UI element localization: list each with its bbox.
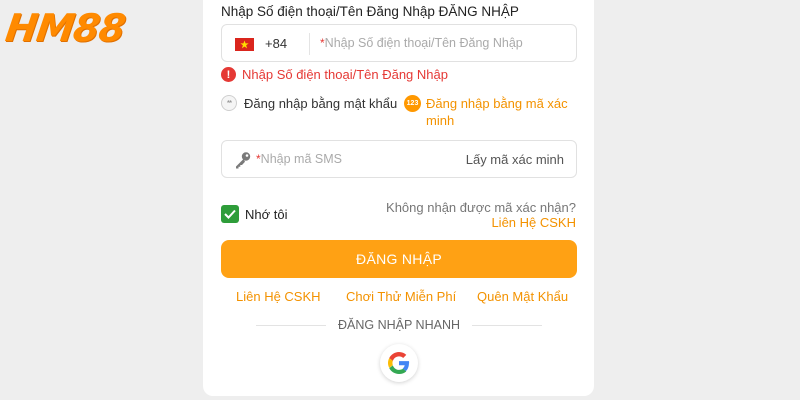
- input-divider: [309, 33, 310, 55]
- quick-login-divider: ĐĂNG NHẬP NHANH: [221, 318, 577, 332]
- login-by-password-label[interactable]: Đăng nhập bằng mật khẩu: [244, 96, 397, 111]
- footer-forgot-password-link[interactable]: Quên Mật Khẩu: [477, 289, 568, 304]
- remember-label[interactable]: Nhớ tôi: [245, 207, 288, 222]
- error-text: Nhập Số điện thoại/Tên Đăng Nhập: [242, 67, 448, 82]
- google-icon: [388, 352, 410, 374]
- remember-me[interactable]: Nhớ tôi: [221, 205, 288, 223]
- no-code-help: Không nhận được mã xác nhận?Liên Hệ CSKH: [376, 200, 576, 230]
- phone-field-label: Nhập Số điện thoại/Tên Đăng Nhập ĐĂNG NH…: [221, 4, 519, 19]
- phone-error-message: ! Nhập Số điện thoại/Tên Đăng Nhập: [221, 67, 448, 82]
- login-by-code-option[interactable]: 123 Đăng nhập bằng mã xác minh: [404, 95, 576, 129]
- country-code[interactable]: +84: [265, 36, 287, 51]
- login-by-code-label[interactable]: Đăng nhập bằng mã xác minh: [426, 95, 576, 129]
- key-icon: [233, 150, 253, 175]
- remember-checkbox[interactable]: [221, 205, 239, 223]
- contact-support-link[interactable]: Liên Hệ CSKH: [491, 215, 576, 230]
- divider-line: [255, 324, 326, 326]
- footer-free-play-link[interactable]: Chơi Thử Miễn Phí: [346, 289, 456, 304]
- footer-contact-link[interactable]: Liên Hệ CSKH: [236, 289, 321, 304]
- google-login-button[interactable]: [380, 344, 418, 382]
- login-button[interactable]: ĐĂNG NHẬP: [221, 240, 577, 278]
- error-icon: !: [221, 67, 236, 82]
- vietnam-flag-icon[interactable]: [235, 38, 254, 51]
- divider-line: [472, 324, 542, 326]
- sms-placeholder[interactable]: *Nhập mã SMS: [256, 152, 342, 166]
- brand-logo: HM88: [2, 6, 128, 50]
- quick-login-label: ĐĂNG NHẬP NHANH: [337, 318, 460, 332]
- no-code-text: Không nhận được mã xác nhận?: [386, 200, 576, 215]
- login-by-password-option[interactable]: ** Đăng nhập bằng mật khẩu: [221, 95, 397, 111]
- phone-placeholder[interactable]: *Nhập Số điện thoại/Tên Đăng Nhập: [320, 36, 523, 50]
- code-123-icon: 123: [404, 95, 421, 112]
- sms-code-input[interactable]: *Nhập mã SMS Lấy mã xác minh: [221, 140, 577, 178]
- phone-input[interactable]: +84 *Nhập Số điện thoại/Tên Đăng Nhập: [221, 24, 577, 62]
- password-dots-icon: **: [221, 95, 237, 111]
- get-code-button[interactable]: Lấy mã xác minh: [466, 152, 564, 167]
